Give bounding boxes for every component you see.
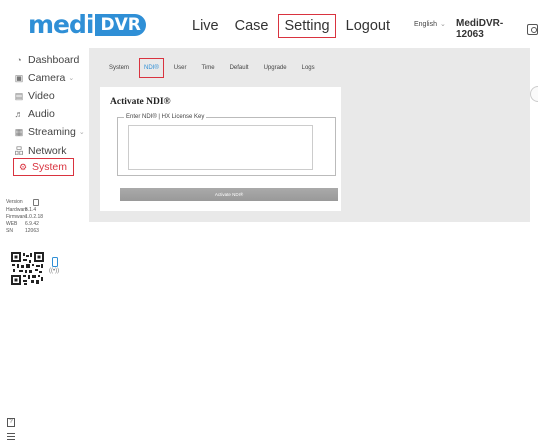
sidebar-item-network[interactable]: 品 Network bbox=[14, 144, 67, 157]
sidebar-item-streaming[interactable]: ▦ Streaming ⌄ bbox=[14, 126, 85, 138]
sidebar-item-video[interactable]: ▤ Video bbox=[14, 90, 55, 102]
nav-case[interactable]: Case bbox=[229, 14, 275, 38]
device-info: MediDVR-12063 bbox=[456, 18, 538, 40]
sidebar-item-label: Audio bbox=[28, 108, 55, 120]
version-key: SN bbox=[6, 228, 13, 234]
streaming-icon: ▦ bbox=[14, 126, 24, 137]
ndi-activation-card: Activate NDI® Enter NDI® | HX License Ke… bbox=[100, 87, 341, 211]
version-row: Firmware 1.0.2.18 bbox=[6, 214, 43, 220]
version-value: 1.0.2.18 bbox=[25, 214, 44, 220]
chevron-down-icon: ⌄ bbox=[78, 129, 85, 136]
license-key-fieldset: Enter NDI® | HX License Key bbox=[117, 113, 336, 176]
sidebar-item-label: Streaming bbox=[28, 126, 76, 138]
camera-icon[interactable] bbox=[527, 23, 538, 35]
card-title: Activate NDI® bbox=[110, 97, 171, 107]
audio-icon: ♬ bbox=[14, 109, 24, 119]
help-icon[interactable]: ? bbox=[7, 418, 15, 427]
version-value: 6.9.42 bbox=[25, 221, 39, 227]
settings-panel: System NDI® User Time Default Upgrade Lo… bbox=[89, 48, 530, 222]
sidebar-item-system[interactable]: ⚙ System bbox=[13, 158, 75, 176]
sidebar: ◔ Dashboard ▣ Camera ⌄ ▤ Video ♬ Audio ▦… bbox=[0, 48, 88, 448]
wireless-icon: ((•)) bbox=[49, 268, 60, 274]
version-value: 5.1.4 bbox=[25, 207, 37, 213]
device-name: MediDVR-12063 bbox=[456, 18, 504, 40]
sidebar-item-label: Video bbox=[28, 90, 55, 102]
license-key-legend: Enter NDI® | HX License Key bbox=[124, 113, 207, 121]
sidebar-item-audio[interactable]: ♬ Audio bbox=[14, 108, 55, 120]
logo-medi-text: medi bbox=[28, 10, 94, 39]
version-row: WEB 6.9.42 bbox=[6, 221, 39, 227]
video-icon: ▤ bbox=[14, 90, 24, 101]
sidebar-item-camera[interactable]: ▣ Camera ⌄ bbox=[14, 72, 75, 84]
chevron-down-icon: ⌄ bbox=[439, 21, 446, 28]
dashboard-icon: ◔ bbox=[16, 55, 22, 65]
phone-icon bbox=[52, 257, 58, 267]
version-title-row: Version bbox=[6, 199, 23, 205]
tab-time[interactable]: Time bbox=[196, 58, 219, 78]
network-icon: 品 bbox=[14, 146, 24, 156]
qr-code-image bbox=[11, 252, 44, 285]
logo-dvr-text: DVR bbox=[95, 14, 146, 36]
sidebar-item-label: Dashboard bbox=[28, 54, 80, 66]
settings-tabs: System NDI® User Time Default Upgrade Lo… bbox=[104, 58, 325, 78]
tab-user[interactable]: User bbox=[169, 58, 192, 78]
tab-logs[interactable]: Logs bbox=[297, 58, 320, 78]
sidebar-item-label: System bbox=[32, 161, 68, 173]
version-key: Hardware bbox=[6, 207, 28, 213]
header: medi DVR Live Case Setting Logout Englis… bbox=[0, 0, 538, 48]
system-icon: ⚙ bbox=[18, 161, 28, 172]
tab-ndi[interactable]: NDI® bbox=[139, 58, 164, 78]
menu-icon[interactable] bbox=[7, 433, 15, 440]
activate-ndi-button[interactable]: Activate NDI® bbox=[120, 188, 338, 201]
version-key: WEB bbox=[6, 221, 18, 227]
nav-setting[interactable]: Setting bbox=[278, 14, 336, 38]
version-row: Hardware 5.1.4 bbox=[6, 207, 36, 213]
medidvr-logo[interactable]: medi DVR bbox=[28, 10, 146, 39]
version-row: SN 12063 bbox=[6, 228, 39, 234]
top-nav: Live Case Setting Logout bbox=[186, 14, 400, 38]
camera-icon: ▣ bbox=[14, 72, 24, 83]
tab-system[interactable]: System bbox=[104, 58, 134, 78]
panel-collapse-handle[interactable] bbox=[530, 86, 538, 102]
version-key: Firmware bbox=[6, 214, 27, 220]
chevron-down-icon: ⌄ bbox=[68, 75, 75, 82]
license-key-input[interactable] bbox=[128, 125, 313, 170]
nav-live[interactable]: Live bbox=[186, 14, 225, 38]
nav-logout[interactable]: Logout bbox=[340, 14, 396, 38]
sidebar-item-dashboard[interactable]: ◔ Dashboard bbox=[14, 54, 79, 66]
sidebar-item-label: Network bbox=[28, 144, 67, 157]
tab-upgrade[interactable]: Upgrade bbox=[259, 58, 292, 78]
version-value: 12063 bbox=[25, 228, 39, 234]
language-select[interactable]: English ⌄ bbox=[414, 20, 446, 29]
language-label: English bbox=[414, 20, 437, 28]
tab-default[interactable]: Default bbox=[225, 58, 254, 78]
version-title: Version bbox=[6, 199, 23, 205]
document-icon[interactable] bbox=[33, 199, 39, 206]
sidebar-item-label: Camera bbox=[28, 72, 66, 84]
